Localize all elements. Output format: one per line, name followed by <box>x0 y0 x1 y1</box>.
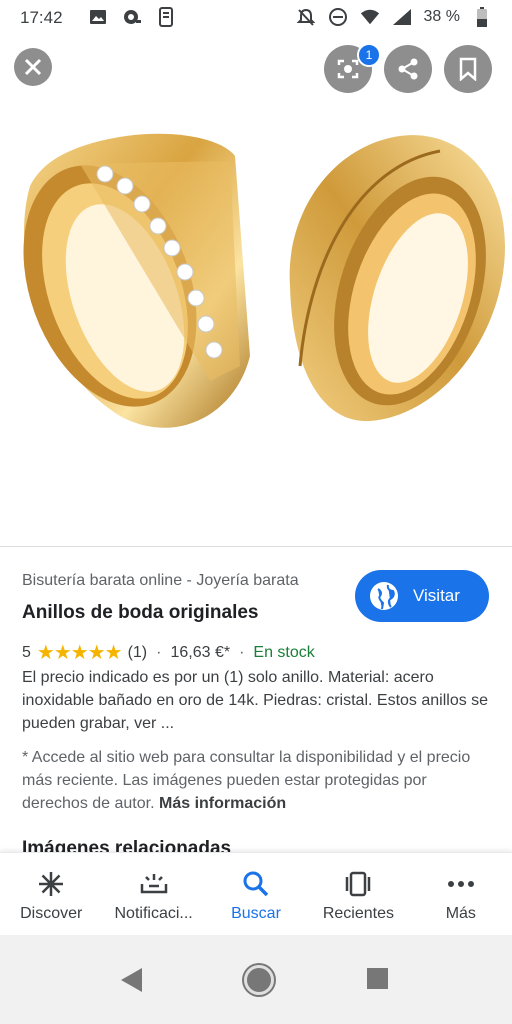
phone-icon <box>156 7 176 27</box>
wifi-icon <box>360 7 380 27</box>
nav-label: Recientes <box>322 905 394 922</box>
close-icon <box>24 58 42 76</box>
dnd-icon <box>328 7 348 27</box>
battery-percent: 38 % <box>423 8 460 25</box>
nav-label: Buscar <box>231 905 281 922</box>
mute-icon <box>296 7 316 27</box>
more-icon <box>446 869 476 899</box>
recents-icon <box>343 869 373 899</box>
stock-status: En stock <box>253 643 315 661</box>
battery-icon <box>472 7 492 27</box>
share-icon <box>398 58 418 80</box>
visit-label: Visitar <box>413 586 460 605</box>
result-source[interactable]: Bisutería barata online - Joyería barata <box>22 572 299 590</box>
home-button[interactable] <box>244 965 274 995</box>
rating-stars: ★★★★★ <box>36 642 123 664</box>
rings-image <box>23 133 505 428</box>
separator-dot: · <box>156 643 162 661</box>
rating-value: 5 <box>22 643 31 661</box>
separator-dot: · <box>239 643 245 661</box>
result-title[interactable]: Anillos de boda originales <box>22 602 258 624</box>
share-button[interactable] <box>384 45 432 93</box>
status-system-icons: 38 % <box>296 7 492 27</box>
status-bar: 17:42 38 % <box>0 0 512 36</box>
close-button[interactable] <box>14 48 52 86</box>
product-image[interactable] <box>0 36 512 546</box>
nav-recents[interactable]: Recientes <box>307 853 409 935</box>
status-notification-icons <box>88 7 176 27</box>
left-ring <box>23 133 250 428</box>
nav-discover[interactable]: Discover <box>0 853 102 935</box>
nav-label: Notificaci... <box>114 905 193 922</box>
notifications-icon <box>139 869 169 899</box>
asterisk-icon <box>36 869 66 899</box>
review-count: (1) <box>127 643 148 661</box>
lens-badge: 1 <box>357 43 381 67</box>
camera-search-icon <box>122 7 142 27</box>
nav-notifications[interactable]: Notificaci... <box>102 853 204 935</box>
search-icon <box>241 869 271 899</box>
more-info-link[interactable]: Más información <box>159 795 286 812</box>
visit-button[interactable]: Visitar <box>355 570 489 622</box>
signal-icon <box>392 7 412 27</box>
system-nav-bar <box>0 935 512 1024</box>
divider <box>0 546 512 547</box>
nav-search[interactable]: Buscar <box>205 853 307 935</box>
nav-label: Discover <box>20 905 83 922</box>
disclaimer: * Accede al sitio web para consultar la … <box>22 746 492 815</box>
right-ring <box>289 135 505 422</box>
bottom-nav: Discover Notificaci... Buscar Recientes … <box>0 852 512 935</box>
status-time: 17:42 <box>20 8 63 27</box>
result-description: El precio indicado es por un (1) solo an… <box>22 669 489 732</box>
lens-icon <box>337 59 359 79</box>
recents-button[interactable] <box>367 968 388 989</box>
bookmark-icon <box>459 57 477 81</box>
price: 16,63 €* <box>170 643 231 661</box>
rating-row: 5 ★★★★★ (1) · 16,63 €* · En stock <box>22 640 315 665</box>
back-icon[interactable] <box>120 967 144 993</box>
nav-label: Más <box>445 905 476 922</box>
nav-more[interactable]: Más <box>410 853 512 935</box>
save-button[interactable] <box>444 45 492 93</box>
image-icon <box>88 7 108 27</box>
globe-icon <box>370 582 398 610</box>
